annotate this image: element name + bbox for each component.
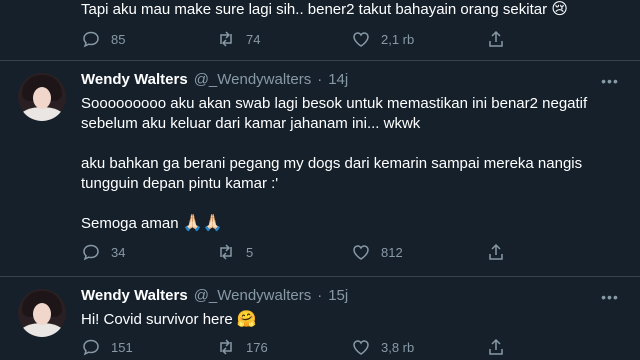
hug-emoji: 🤗 [236,311,257,328]
retweet-count: 74 [246,31,261,47]
share-icon [486,243,506,261]
author-name[interactable]: Wendy Walters [81,71,188,88]
reply-icon [81,338,101,356]
retweet-button[interactable]: 74 [216,30,351,48]
reply-button[interactable]: 151 [81,338,216,356]
like-count: 2,1 rb [381,31,415,47]
author-handle[interactable]: @_Wendywalters [194,71,312,88]
share-icon [486,338,506,356]
author-name[interactable]: Wendy Walters [81,287,188,304]
tweet-text-line: Hi! Covid survivor here [81,311,233,328]
retweet-icon [216,338,236,356]
heart-icon [351,243,371,261]
tweet-text: Sooooooooo aku akan swab lagi besok untu… [81,94,621,234]
reply-button[interactable]: 85 [81,30,216,48]
tweet[interactable]: Tapi aku mau make sure lagi sih.. bener2… [0,0,640,60]
tweet-actions: 34 5 812 [81,242,541,262]
crying-emoji: 😢 [551,1,568,18]
retweet-button[interactable]: 176 [216,338,351,356]
share-button[interactable] [486,243,526,261]
reply-button[interactable]: 34 [81,243,216,261]
retweet-icon [216,243,236,261]
heart-icon [351,338,371,356]
avatar[interactable] [18,73,66,121]
tweet-paragraph: Semoga aman [81,215,179,232]
tweet-text: Hi! Covid survivor here 🤗 [81,310,621,330]
author-handle[interactable]: @_Wendywalters [194,287,312,304]
tweet-text: Tapi aku mau make sure lagi sih.. bener2… [81,0,621,20]
retweet-icon [216,30,236,48]
like-count: 812 [381,244,403,260]
reply-count: 85 [111,31,126,47]
timestamp[interactable]: 14j [328,71,348,88]
separator: · [317,71,323,88]
tweet-paragraph: aku bahkan ga berani pegang my dogs dari… [81,155,583,192]
more-icon[interactable]: ••• [600,73,620,89]
share-button[interactable] [486,30,526,48]
like-button[interactable]: 812 [351,243,486,261]
reply-count: 151 [111,339,133,355]
tweet[interactable]: Wendy Walters @_Wendywalters · 14j ••• S… [0,60,640,276]
tweet-actions: 85 74 2,1 rb [81,29,541,49]
reply-icon [81,243,101,261]
reply-icon [81,30,101,48]
timeline-feed: Tapi aku mau make sure lagi sih.. bener2… [0,0,640,360]
separator: · [317,287,323,304]
tweet-paragraph: Sooooooooo aku akan swab lagi besok untu… [81,95,588,132]
tweet-header: Wendy Walters @_Wendywalters · 15j [81,287,348,304]
share-button[interactable] [486,338,526,356]
retweet-count: 176 [246,339,268,355]
tweet-text-line: Tapi aku mau make sure lagi sih.. bener2… [81,1,548,18]
retweet-count: 5 [246,244,254,260]
tweet-actions: 151 176 3,8 rb [81,337,541,357]
like-button[interactable]: 3,8 rb [351,338,486,356]
avatar[interactable] [18,289,66,337]
like-button[interactable]: 2,1 rb [351,30,486,48]
tweet-header: Wendy Walters @_Wendywalters · 14j [81,71,348,88]
pray-emoji: 🙏🏻🙏🏻 [182,215,223,232]
tweet[interactable]: Wendy Walters @_Wendywalters · 15j ••• H… [0,276,640,360]
heart-icon [351,30,371,48]
more-icon[interactable]: ••• [600,289,620,305]
timestamp[interactable]: 15j [328,287,348,304]
reply-count: 34 [111,244,126,260]
share-icon [486,30,506,48]
like-count: 3,8 rb [381,339,415,355]
retweet-button[interactable]: 5 [216,243,351,261]
